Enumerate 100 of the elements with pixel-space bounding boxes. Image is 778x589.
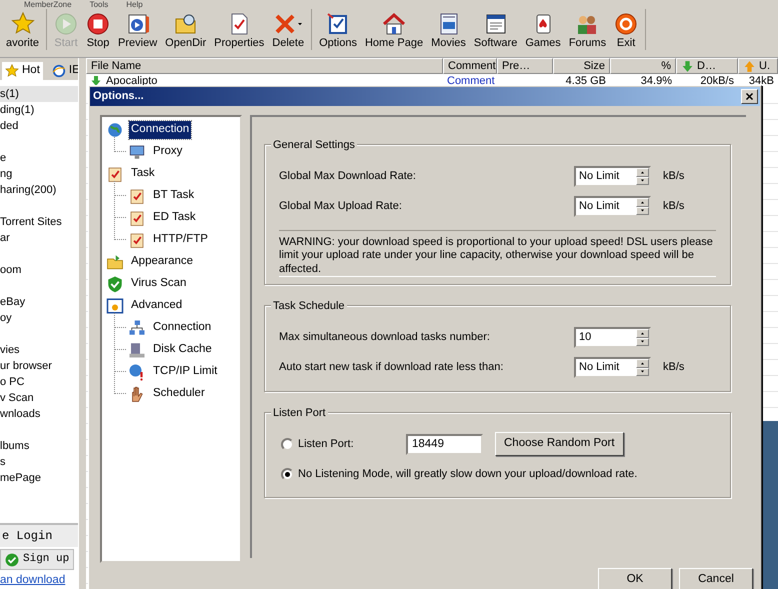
port-field[interactable]: 18449 bbox=[406, 434, 483, 454]
network-icon bbox=[128, 319, 146, 337]
sidebar-item[interactable]: ng bbox=[0, 166, 78, 182]
tree-item[interactable]: Connection bbox=[151, 319, 214, 337]
toolbar-button[interactable]: Software bbox=[470, 9, 522, 50]
column-header[interactable]: % bbox=[610, 58, 676, 74]
sidebar-item[interactable]: wnloads bbox=[0, 406, 78, 422]
group-title: General Settings bbox=[271, 137, 357, 154]
dialog-title: Options... bbox=[93, 89, 145, 104]
toolbar-button[interactable]: Forums bbox=[564, 9, 610, 50]
tree-item[interactable]: Disk Cache bbox=[151, 341, 214, 359]
sidebar-item[interactable]: oy bbox=[0, 310, 78, 326]
tree-item[interactable]: Virus Scan bbox=[129, 275, 188, 293]
sidebar-item[interactable]: e bbox=[0, 150, 78, 166]
sidebar-item[interactable]: mePage bbox=[0, 470, 78, 486]
close-icon bbox=[745, 92, 754, 102]
sidebar-item[interactable]: haring(200) bbox=[0, 182, 78, 198]
column-header[interactable]: Size bbox=[553, 58, 610, 74]
column-header[interactable]: Pre… bbox=[497, 58, 553, 74]
sidebar-item[interactable]: v Scan bbox=[0, 390, 78, 406]
field-label: Global Max Upload Rate: bbox=[279, 199, 403, 214]
globe-icon bbox=[52, 64, 66, 78]
field-label: Global Max Download Rate: bbox=[279, 169, 417, 184]
comment-link[interactable]: Comment bbox=[443, 74, 497, 88]
globe-icon bbox=[106, 121, 124, 139]
random-port-button[interactable]: Choose Random Port bbox=[495, 432, 624, 456]
radio-button[interactable] bbox=[281, 468, 294, 480]
sidebar-item[interactable]: ur browser bbox=[0, 358, 78, 374]
field-label: Auto start new task if download rate less than: bbox=[279, 360, 504, 376]
sidebar-item[interactable]: ding(1) bbox=[0, 102, 78, 118]
down-arrow-icon bbox=[90, 75, 102, 87]
caret-icon bbox=[297, 21, 304, 27]
toolbar-button[interactable]: Stop bbox=[82, 9, 114, 50]
toolbar-button[interactable]: Preview bbox=[114, 9, 162, 50]
sidebar-item[interactable]: oom bbox=[0, 262, 78, 278]
unit-label: kB/s bbox=[663, 360, 684, 376]
dialog-button[interactable]: OK bbox=[598, 568, 672, 589]
sign-up-button[interactable]: Sign up bbox=[0, 549, 74, 570]
close-button[interactable] bbox=[741, 89, 758, 104]
warning-text: WARNING: your download speed is proportional to your upload speed! DSL users please limit your upload rate under your line capacity, otherwise your download speed will be affected. bbox=[279, 230, 716, 276]
dialog-button[interactable]: Cancel bbox=[679, 568, 753, 589]
tree-item[interactable]: Connection bbox=[129, 121, 192, 139]
tree-item[interactable]: Scheduler bbox=[151, 385, 207, 403]
toolbar-button[interactable]: Properties bbox=[210, 9, 268, 50]
tree-item[interactable]: Task bbox=[129, 165, 157, 183]
clipboard-check-icon bbox=[106, 165, 124, 183]
sidebar-item[interactable]: Torrent Sites bbox=[0, 214, 78, 230]
sidebar-item[interactable]: s(1) bbox=[0, 86, 78, 102]
sidebar-item[interactable]: eBay bbox=[0, 294, 78, 310]
menu-item[interactable]: Tools bbox=[90, 0, 108, 9]
sidebar-item[interactable]: s bbox=[0, 454, 78, 470]
tree-item[interactable]: TCP/IP Limit bbox=[151, 363, 220, 381]
up-arrow-icon bbox=[743, 60, 756, 72]
clipboard-check-icon bbox=[128, 231, 146, 249]
sidebar-item[interactable]: o PC bbox=[0, 374, 78, 390]
sidebar-item[interactable]: vies bbox=[0, 342, 78, 358]
radio-button[interactable] bbox=[281, 438, 294, 450]
toolbar-button[interactable]: avorite bbox=[2, 9, 44, 50]
window-icon bbox=[106, 297, 124, 315]
unit-label: kB/s bbox=[663, 199, 684, 214]
table-cell-text: 20kB/s bbox=[699, 74, 735, 88]
clipboard-check-icon bbox=[128, 209, 146, 227]
clipboard-check-icon bbox=[128, 187, 146, 205]
toolbar-button[interactable]: Movies bbox=[427, 9, 470, 50]
column-header[interactable]: Comment bbox=[443, 58, 497, 74]
house-icon bbox=[382, 11, 406, 37]
toolbar-button[interactable]: OpenDir bbox=[161, 9, 210, 50]
sidebar-item[interactable]: ar bbox=[0, 230, 78, 246]
toolbar-button[interactable]: Exit bbox=[610, 9, 642, 50]
check-circle-icon bbox=[5, 552, 19, 566]
sidebar-tab[interactable]: Hot bbox=[2, 62, 43, 80]
menu-item[interactable]: Help bbox=[126, 0, 143, 9]
radio-label[interactable]: No Listening Mode, will greatly slow down your upload/download rate. bbox=[298, 466, 638, 482]
tree-item[interactable]: Proxy bbox=[151, 143, 184, 161]
toolbar-button[interactable]: Home Page bbox=[360, 9, 428, 50]
tree-item[interactable]: HTTP/FTP bbox=[151, 231, 210, 249]
folder-icon bbox=[106, 253, 124, 271]
field-label: Max simultaneous download tasks number: bbox=[279, 330, 491, 346]
disk-drive-icon bbox=[128, 341, 146, 359]
monitor-icon bbox=[128, 143, 146, 161]
tree-item[interactable]: BT Task bbox=[151, 187, 196, 205]
toolbar-button[interactable]: Games bbox=[521, 9, 565, 50]
tree-item[interactable]: Appearance bbox=[129, 253, 196, 271]
power-icon bbox=[614, 11, 638, 37]
download-link[interactable]: an download bbox=[0, 572, 78, 589]
tree-item[interactable]: Advanced bbox=[129, 297, 184, 315]
column-header[interactable]: U. bbox=[738, 58, 778, 74]
table-cell-text: 34.9% bbox=[640, 74, 673, 88]
column-header[interactable]: D… bbox=[676, 58, 738, 74]
sidebar-item[interactable]: lbums bbox=[0, 438, 78, 454]
tree-item[interactable]: ED Task bbox=[151, 209, 198, 227]
toolbar-button[interactable]: Options bbox=[315, 9, 361, 50]
unit-label: kB/s bbox=[663, 169, 684, 184]
column-header[interactable]: File Name bbox=[86, 58, 443, 74]
radio-label[interactable]: Listen Port: bbox=[298, 436, 398, 452]
sidebar-item[interactable]: ded bbox=[0, 118, 78, 134]
table-cell-text: 34kB bbox=[748, 74, 775, 88]
login-title: e Login bbox=[0, 523, 78, 548]
toolbar-button[interactable]: Delete bbox=[268, 9, 308, 50]
menu-item[interactable]: MemberZone bbox=[24, 0, 72, 9]
